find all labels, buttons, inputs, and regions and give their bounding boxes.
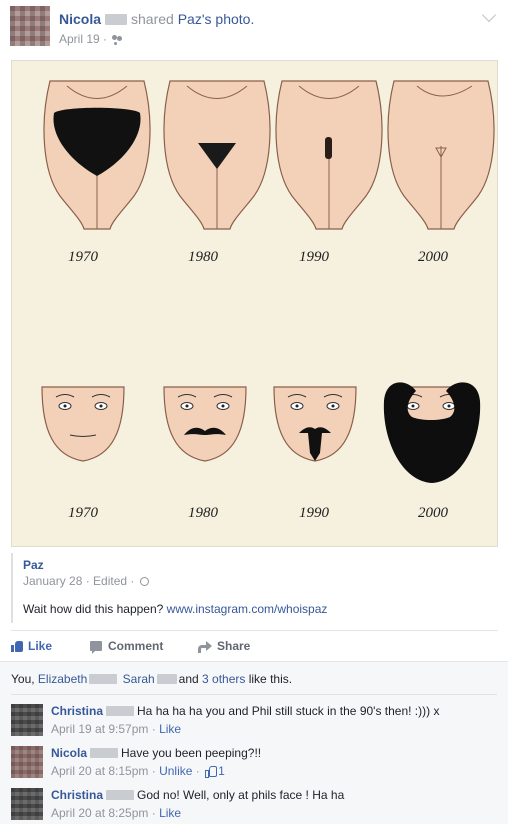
feedback-section: You, Elizabeth Sarah and 3 others like th… bbox=[0, 661, 508, 824]
comment-body: Christina Ha ha ha ha you and Phil still … bbox=[51, 704, 439, 718]
comment-item: Christina Ha ha ha ha you and Phil still … bbox=[11, 701, 498, 741]
redacted-surname bbox=[105, 13, 128, 25]
post-date[interactable]: April 19 bbox=[59, 32, 100, 46]
comment-timestamp[interactable]: April 20 at 8:15pm bbox=[51, 764, 148, 778]
redacted-surname bbox=[90, 747, 119, 758]
redacted-surname bbox=[89, 673, 118, 684]
avatar[interactable] bbox=[10, 6, 50, 46]
shared-author-link[interactable]: Paz bbox=[23, 558, 44, 572]
others-link[interactable]: 3 others bbox=[202, 672, 245, 686]
comment-meta: April 20 at 8:25pm · Like bbox=[51, 806, 182, 820]
comment-meta: April 19 at 9:57pm · Like bbox=[51, 722, 182, 736]
edited-label[interactable]: Edited bbox=[93, 574, 127, 588]
year-caption: 2000 bbox=[418, 249, 449, 265]
post-title-line: Nicola shared Paz's photo. bbox=[59, 11, 254, 27]
comment-author-link[interactable]: Nicola bbox=[51, 746, 87, 760]
comment-text: God no! Well, only at phils face ! Ha ha bbox=[137, 788, 345, 802]
comment-author-link[interactable]: Christina bbox=[51, 788, 103, 802]
comment-timestamp[interactable]: April 19 at 9:57pm bbox=[51, 722, 148, 736]
comment-item: Christina God no! Well, only at phils fac… bbox=[11, 785, 498, 824]
shared-date[interactable]: January 28 bbox=[23, 574, 82, 588]
share-arrow-icon bbox=[198, 641, 212, 653]
globe-icon[interactable] bbox=[139, 577, 149, 587]
thumbs-up-icon[interactable] bbox=[205, 766, 218, 778]
year-caption: 1990 bbox=[299, 505, 330, 521]
comment-bubble-icon bbox=[90, 641, 102, 654]
year-caption: 1990 bbox=[299, 249, 330, 265]
shared-owner-link[interactable]: Paz bbox=[178, 11, 202, 27]
year-caption: 1980 bbox=[188, 249, 219, 265]
friends-audience-icon[interactable] bbox=[112, 35, 124, 44]
avatar[interactable] bbox=[11, 704, 43, 736]
comment-body: Nicola Have you been peeping?!! bbox=[51, 746, 261, 760]
comment-text: Have you been peeping?!! bbox=[121, 746, 262, 760]
like-button[interactable]: Like bbox=[11, 639, 52, 653]
year-caption: 1970 bbox=[68, 505, 99, 521]
instagram-link[interactable]: www.instagram.com/whoispaz bbox=[167, 602, 328, 616]
action-text: shared bbox=[131, 11, 174, 27]
chevron-down-icon[interactable] bbox=[481, 7, 497, 23]
comment-meta: April 20 at 8:15pm · Unlike · 1 bbox=[51, 764, 225, 778]
shared-caption: Wait how did this happen? www.instagram.… bbox=[23, 602, 328, 616]
shared-photo[interactable]: 1970 1980 1990 2000 1970 1980 1990 2000 bbox=[11, 60, 498, 547]
comment-like-link[interactable]: Like bbox=[159, 806, 181, 820]
post-actions-bar: Like Comment Share bbox=[11, 630, 498, 660]
redacted-surname bbox=[106, 705, 135, 716]
thumbs-up-icon bbox=[11, 640, 24, 652]
comment-like-link[interactable]: Like bbox=[159, 722, 181, 736]
avatar[interactable] bbox=[11, 788, 43, 820]
liker-link-sarah[interactable]: Sarah bbox=[123, 672, 155, 686]
comment-timestamp[interactable]: April 20 at 8:25pm bbox=[51, 806, 148, 820]
post-header: Nicola shared Paz's photo. April 19 · bbox=[0, 0, 508, 56]
comment-author-link[interactable]: Christina bbox=[51, 704, 103, 718]
avatar[interactable] bbox=[11, 746, 43, 778]
photo-illustration: 1970 1980 1990 2000 1970 1980 1990 2000 bbox=[41, 80, 495, 521]
divider bbox=[11, 694, 497, 695]
comment-text: Ha ha ha ha you and Phil still stuck in … bbox=[137, 704, 440, 718]
year-caption: 2000 bbox=[418, 505, 449, 521]
author-name-link[interactable]: Nicola bbox=[59, 11, 101, 27]
redacted-surname bbox=[106, 789, 135, 800]
comment-item: Nicola Have you been peeping?!! April 20 … bbox=[11, 743, 498, 783]
shared-meta: January 28 · Edited · bbox=[23, 574, 149, 588]
comment-body: Christina God no! Well, only at phils fac… bbox=[51, 788, 344, 802]
comment-unlike-link[interactable]: Unlike bbox=[159, 764, 192, 778]
year-caption: 1980 bbox=[188, 505, 219, 521]
shared-source-block: Paz January 28 · Edited · Wait how did t… bbox=[11, 553, 498, 623]
share-button[interactable]: Share bbox=[198, 639, 250, 653]
post-meta: April 19 · bbox=[59, 32, 124, 46]
year-caption: 1970 bbox=[68, 249, 99, 265]
likes-summary: You, Elizabeth Sarah and 3 others like th… bbox=[11, 672, 293, 686]
comment-button[interactable]: Comment bbox=[90, 639, 163, 654]
comment-like-count[interactable]: 1 bbox=[218, 764, 225, 778]
liker-link-elizabeth[interactable]: Elizabeth bbox=[38, 672, 87, 686]
redacted-surname bbox=[156, 673, 177, 684]
shared-photo-link[interactable]: 's photo. bbox=[202, 11, 255, 27]
